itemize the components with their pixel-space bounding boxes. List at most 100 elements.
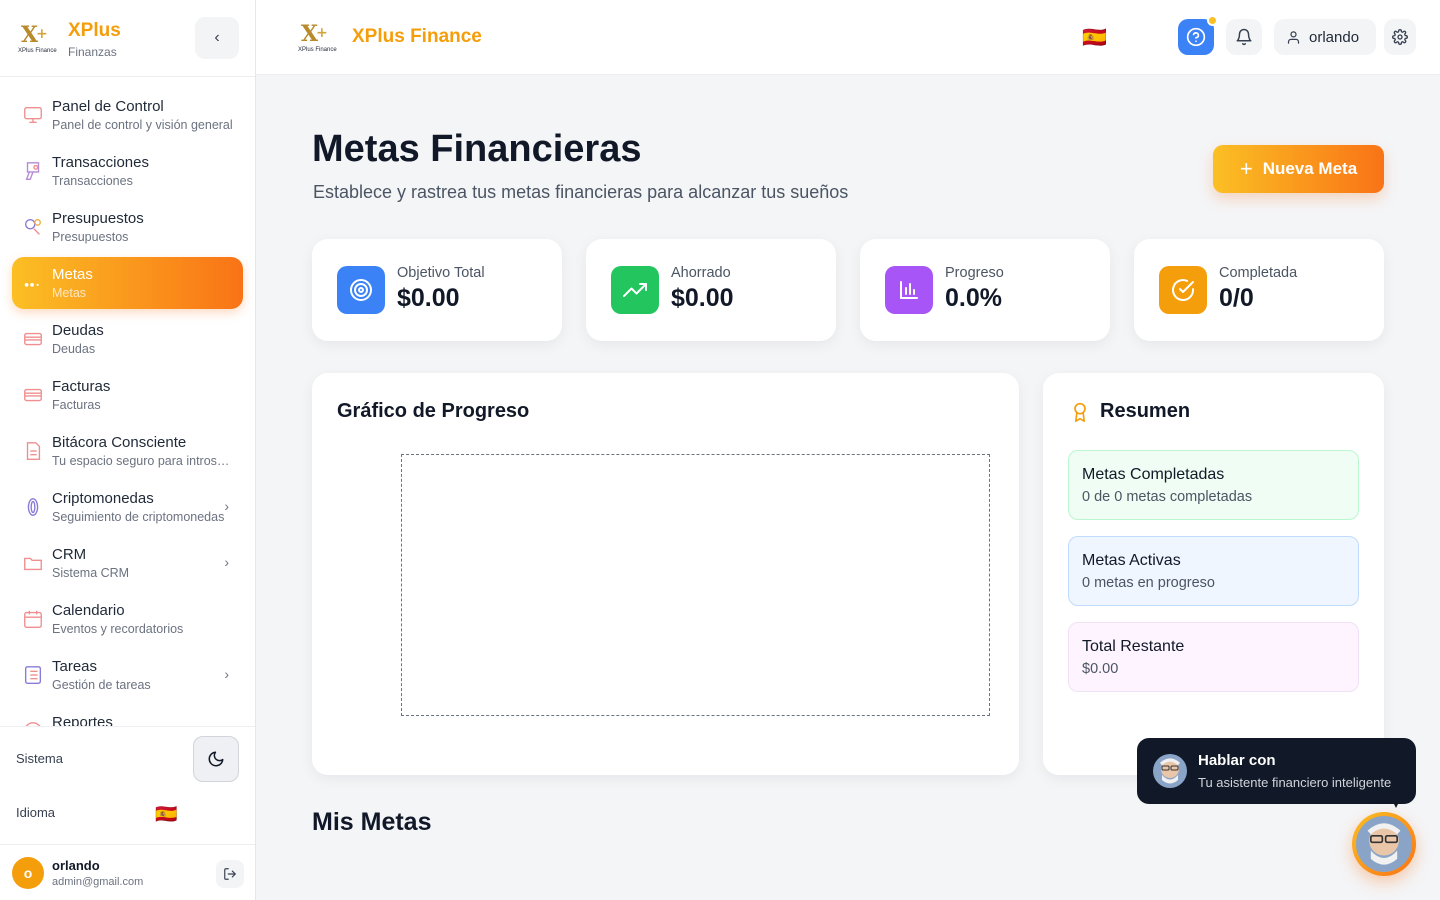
settings-button[interactable] — [1384, 19, 1416, 55]
gear-icon — [1392, 29, 1408, 45]
summary-completed: Metas Completadas 0 de 0 metas completad… — [1068, 450, 1359, 520]
sidebar-item-criptomonedas[interactable]: Criptomonedas Seguimiento de criptomoneda… — [12, 481, 243, 533]
goals-icon — [22, 272, 44, 294]
tasks-icon — [22, 664, 44, 686]
crypto-icon — [22, 496, 44, 518]
notifications-button[interactable] — [1226, 19, 1262, 55]
sidebar-item-label: Reportes — [52, 714, 113, 726]
award-icon — [1074, 402, 1086, 422]
sidebar-item-label: Panel de Control — [52, 98, 164, 115]
xplus-logo[interactable]: X + XPlus Finance — [18, 18, 58, 58]
calendar-icon — [22, 608, 44, 630]
stat-label: Ahorrado — [671, 265, 731, 281]
sidebar-item-desc: Transacciones — [52, 174, 133, 188]
stat-icon-box — [611, 266, 659, 314]
sidebar-item-label: Facturas — [52, 378, 111, 395]
sidebar-item-label: Metas — [52, 266, 93, 283]
sidebar-item-facturas[interactable]: Facturas Facturas — [12, 369, 243, 421]
summary-title: Resumen — [1100, 400, 1191, 422]
sidebar-item-label: Calendario — [52, 602, 125, 619]
sidebar-item-desc: Seguimiento de criptomonedas — [52, 510, 225, 524]
avatar[interactable]: o — [12, 857, 44, 889]
stat-card-saved: Ahorrado $0.00 — [586, 239, 836, 341]
sidebar-item-metas[interactable]: Metas Metas — [12, 257, 243, 309]
sidebar-item-desc: Tu espacio seguro para introspección — [52, 454, 236, 468]
sidebar-item-crm[interactable]: CRM Sistema CRM › — [12, 537, 243, 589]
plus-icon: + — [1239, 156, 1253, 181]
sidebar-item-label: Bitácora Consciente — [52, 434, 187, 451]
summary-item-desc: $0.00 — [1082, 661, 1119, 677]
chevron-right-icon: › — [224, 554, 229, 570]
stat-value: 0/0 — [1219, 284, 1254, 312]
assistant-avatar — [1356, 816, 1412, 872]
summary-item-desc: 0 de 0 metas completadas — [1082, 489, 1253, 505]
sidebar-item-bitácora-consciente[interactable]: Bitácora Consciente Tu espacio seguro par… — [12, 425, 243, 477]
user-email: admin@gmail.com — [52, 876, 144, 888]
sidebar-header: X + XPlus Finance XPlus Finanzas ‹ — [0, 0, 255, 77]
chat-assistant-button[interactable] — [1352, 812, 1416, 876]
sidebar-bottom: Sistema Idioma 🇪🇸 o orlando admin@gmail.… — [0, 726, 255, 900]
stat-value: $0.00 — [671, 284, 734, 312]
sidebar-item-deudas[interactable]: Deudas Deudas — [12, 313, 243, 365]
card-icon — [22, 328, 44, 350]
user-icon — [1287, 30, 1300, 44]
my-goals-title: Mis Metas — [312, 808, 432, 836]
topbar: X + XPlus Finance XPlus Finance 🇪🇸 orlan… — [256, 0, 1440, 74]
help-notification-dot — [1207, 15, 1218, 26]
sidebar-item-desc: Deudas — [52, 342, 96, 356]
chevron-left-icon: ‹ — [214, 29, 220, 46]
chevron-right-icon: › — [224, 666, 229, 682]
sidebar-brand-sub: Finanzas — [68, 45, 117, 59]
sidebar-item-label: Transacciones — [52, 154, 149, 171]
stat-value: 0.0% — [945, 284, 1002, 312]
xplus-logo[interactable]: X + XPlus Finance — [298, 17, 338, 57]
transactions-icon — [22, 160, 44, 182]
bar-chart-icon — [900, 281, 918, 299]
sidebar-item-desc: Sistema CRM — [52, 566, 130, 580]
sidebar-item-transacciones[interactable]: Transacciones Transacciones — [12, 145, 243, 197]
sidebar-item-desc: Panel de control y visión general — [52, 118, 233, 132]
folder-icon — [22, 552, 44, 574]
page-subtitle: Establece y rastrea tus metas financiera… — [313, 182, 849, 202]
chat-tooltip[interactable]: Hablar con Tu asistente financiero intel… — [1137, 738, 1416, 804]
stat-card-progress: Progreso 0.0% — [860, 239, 1110, 341]
sidebar-item-desc: Presupuestos — [52, 230, 129, 244]
summary-item-title: Metas Completadas — [1082, 466, 1225, 483]
chat-tooltip-arrow — [1393, 802, 1399, 808]
stat-label: Completada — [1219, 265, 1298, 281]
stat-label: Progreso — [945, 265, 1004, 281]
logout-icon — [224, 868, 236, 880]
user-menu-button[interactable]: orlando — [1274, 19, 1376, 55]
sidebar-nav: Panel de Control Panel de control y visió… — [0, 88, 255, 726]
sidebar-brand: XPlus — [68, 20, 121, 41]
sidebar-item-presupuestos[interactable]: Presupuestos Presupuestos — [12, 201, 243, 253]
chat-tooltip-title: Hablar con — [1198, 752, 1276, 769]
summary-card: Resumen Metas Completadas 0 de 0 metas c… — [1043, 373, 1384, 775]
sidebar-item-reportes[interactable]: Reportes — [12, 705, 243, 726]
new-goal-label: Nueva Meta — [1262, 159, 1358, 178]
theme-toggle-button[interactable] — [193, 736, 239, 782]
sidebar-item-tareas[interactable]: Tareas Gestión de tareas › — [12, 649, 243, 701]
logo-caption: XPlus Finance — [298, 47, 337, 53]
stat-icon-box — [337, 266, 385, 314]
language-label: Idioma — [16, 805, 56, 820]
sidebar-item-calendario[interactable]: Calendario Eventos y recordatorios — [12, 593, 243, 645]
svg-text:+: + — [36, 26, 48, 42]
language-flag[interactable]: 🇪🇸 — [155, 804, 177, 825]
dashboard-icon — [22, 104, 44, 126]
language-flag[interactable]: 🇪🇸 — [1082, 25, 1107, 50]
logout-button[interactable] — [216, 860, 244, 888]
logo-caption: XPlus Finance — [18, 48, 57, 54]
assistant-avatar — [1153, 754, 1187, 788]
topbar-brand[interactable]: XPlus Finance — [352, 26, 482, 48]
chart-title: Gráfico de Progreso — [337, 400, 530, 422]
stat-label: Objetivo Total — [397, 265, 485, 281]
bell-icon — [1236, 28, 1252, 46]
progress-chart-card: Gráfico de Progreso — [312, 373, 1019, 775]
sidebar-item-label: Criptomonedas — [52, 490, 154, 507]
sidebar-item-panel-de-control[interactable]: Panel de Control Panel de control y visió… — [12, 89, 243, 141]
stat-card-target: Objetivo Total $0.00 — [312, 239, 562, 341]
collapse-sidebar-button[interactable]: ‹ — [195, 17, 239, 59]
check-circle-icon — [1172, 279, 1194, 302]
new-goal-button[interactable]: + Nueva Meta — [1213, 145, 1384, 193]
